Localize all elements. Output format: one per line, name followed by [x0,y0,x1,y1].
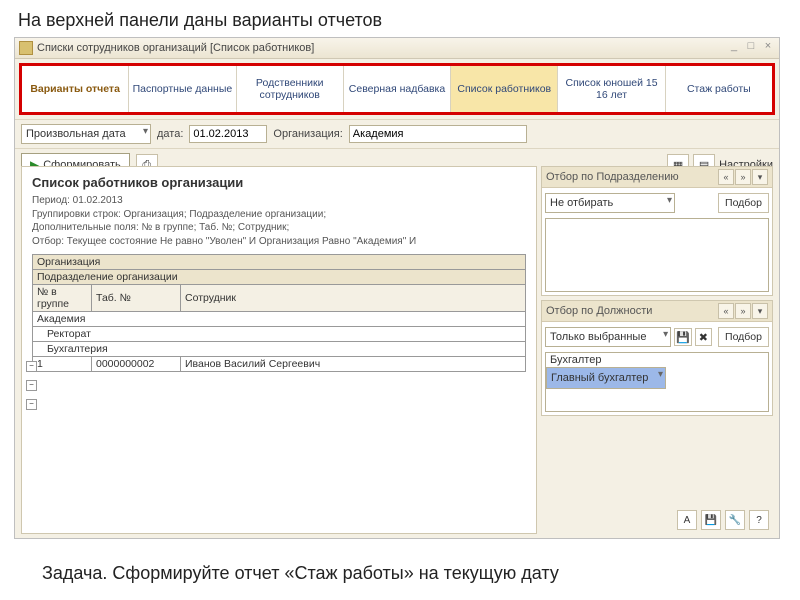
restore-button[interactable]: □ [744,40,758,52]
tree-collapse-icon[interactable]: − [26,399,37,410]
save-icon[interactable]: 💾 [674,328,691,346]
report-period: Период: 01.02.2013 [32,194,526,208]
pos-listbox[interactable]: Бухгалтер Главный бухгалтер [545,352,769,412]
col-emp: Сотрудник [181,285,526,312]
list-item[interactable]: Бухгалтер [546,353,768,367]
variant-tab-north[interactable]: Северная надбавка [344,66,451,112]
tree-collapse-icon[interactable]: − [26,380,37,391]
filter-row: Произвольная дата дата: Организация: [15,119,779,149]
date-input[interactable] [189,125,267,143]
report-pane: Список работников организации Период: 01… [21,166,537,534]
help-icon[interactable]: ? [749,510,769,530]
org-input[interactable] [349,125,527,143]
report-title: Список работников организации [32,175,526,190]
nav-prev-icon[interactable]: « [718,169,734,185]
variant-tab-relatives[interactable]: Родственники сотрудников [237,66,344,112]
col-org: Организация [33,255,526,270]
close-button[interactable]: × [761,40,775,52]
slide-task: Задача. Сформируйте отчет «Стаж работы» … [0,555,601,592]
nav-close-icon[interactable]: ▾ [752,169,768,185]
panel-position: Отбор по Должности « » ▾ Только выбранны… [541,300,773,416]
col-tab: Таб. № [92,285,181,312]
report-filter: Отбор: Текущее состояние Не равно "Уволе… [32,235,526,249]
bottom-tools: A 💾 🔧 ? [541,506,773,534]
col-num: № в группе [33,285,92,312]
save-icon[interactable]: 💾 [701,510,721,530]
org-label: Организация: [273,128,342,140]
variant-tab-youth[interactable]: Список юношей 15 16 лет [558,66,665,112]
font-icon[interactable]: A [677,510,697,530]
app-icon [19,41,33,55]
pos-mode-select[interactable]: Только выбранные [545,327,671,347]
variant-header: Варианты отчета [22,66,129,112]
nav-close-icon[interactable]: ▾ [752,303,768,319]
dept-pick-button[interactable]: Подбор [718,193,769,213]
variant-tab-seniority[interactable]: Стаж работы [666,66,772,112]
row-dept2: Бухгалтерия [33,342,526,357]
titlebar: Списки сотрудников организаций [Список р… [15,38,779,59]
panel-position-title: Отбор по Должности [546,305,652,317]
dept-mode-select[interactable]: Не отбирать [545,193,675,213]
tree-gutter: − − − [24,357,38,418]
row-dept1: Ректорат [33,327,526,342]
panel-department-title: Отбор по Подразделению [546,171,679,183]
slide-title: На верхней панели даны варианты отчетов [0,0,800,37]
tree-collapse-icon[interactable]: − [26,361,37,372]
pos-pick-button[interactable]: Подбор [718,327,769,347]
row-org: Академия [33,312,526,327]
report-groupings: Группировки строк: Организация; Подразде… [32,208,526,222]
cell-tab: 0000000002 [92,357,181,372]
report-table: Организация Подразделение организации № … [32,254,526,372]
list-item[interactable]: Главный бухгалтер [546,367,666,389]
col-dept: Подразделение организации [33,270,526,285]
nav-next-icon[interactable]: » [735,303,751,319]
wrench-icon[interactable]: 🔧 [725,510,745,530]
variant-bar: Варианты отчета Паспортные данные Родств… [19,63,775,115]
dept-listbox[interactable] [545,218,769,292]
variant-tab-workers[interactable]: Список работников [451,66,558,112]
cell-emp: Иванов Василий Сергеевич [181,357,526,372]
window-title: Списки сотрудников организаций [Список р… [37,42,314,54]
panel-department: Отбор по Подразделению « » ▾ Не отбирать… [541,166,773,296]
nav-prev-icon[interactable]: « [718,303,734,319]
app-window: Списки сотрудников организаций [Список р… [14,37,780,539]
cell-num: 1 [33,357,92,372]
date-label: дата: [157,128,183,140]
variant-tab-passport[interactable]: Паспортные данные [129,66,236,112]
report-extra: Дополнительные поля: № в группе; Таб. №;… [32,221,526,235]
nav-next-icon[interactable]: » [735,169,751,185]
minimize-button[interactable]: _ [727,40,741,52]
date-mode-select[interactable]: Произвольная дата [21,124,151,144]
delete-icon[interactable]: ✖ [695,328,712,346]
